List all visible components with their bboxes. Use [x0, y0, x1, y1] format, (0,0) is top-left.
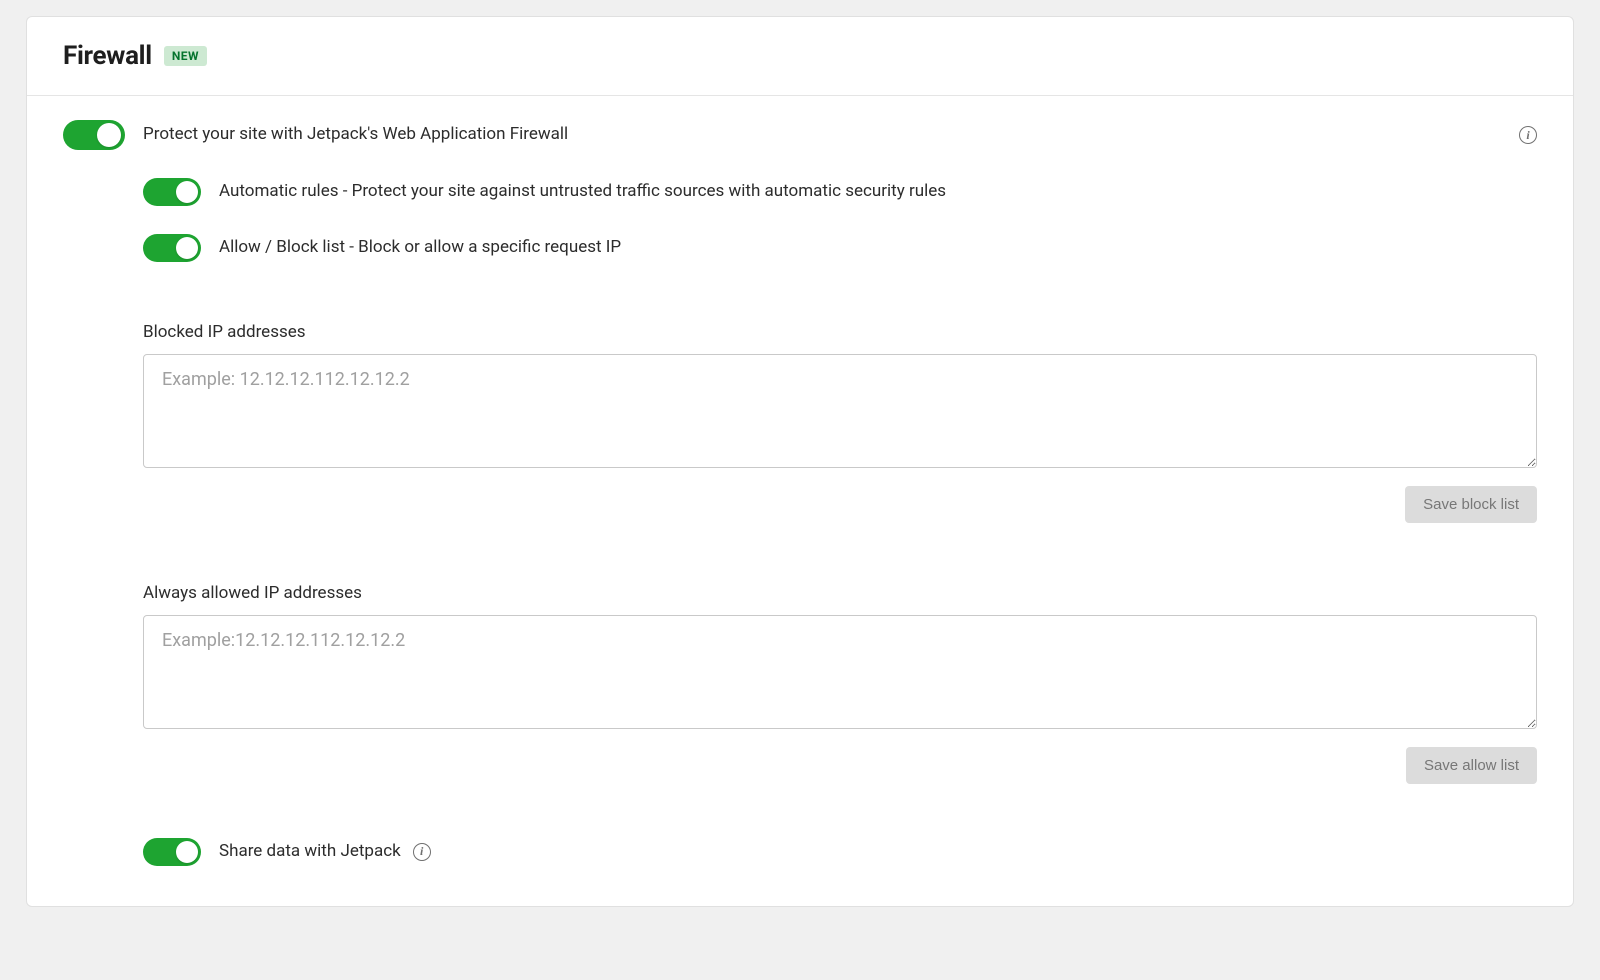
new-badge: NEW — [164, 46, 207, 66]
toggle-knob-icon — [176, 237, 198, 259]
save-allow-list-button[interactable]: Save allow list — [1406, 747, 1537, 784]
share-data-row: Share data with Jetpack i — [143, 838, 1537, 866]
toggle-knob-icon — [97, 123, 121, 147]
allowed-ip-section: Always allowed IP addresses Save allow l… — [143, 583, 1537, 784]
info-icon[interactable]: i — [1519, 126, 1537, 144]
firewall-toggle-label: Protect your site with Jetpack's Web App… — [143, 123, 568, 147]
allowed-ip-label: Always allowed IP addresses — [143, 583, 1537, 603]
allowed-button-row: Save allow list — [143, 747, 1537, 784]
blocked-button-row: Save block list — [143, 486, 1537, 523]
blocked-ip-input[interactable] — [143, 354, 1537, 468]
allow-block-list-row: Allow / Block list - Block or allow a sp… — [143, 234, 1537, 262]
page-title: Firewall — [63, 41, 152, 71]
panel-header: Firewall NEW — [27, 17, 1573, 96]
share-data-label: Share data with Jetpack — [219, 840, 401, 864]
automatic-rules-toggle[interactable] — [143, 178, 201, 206]
blocked-ip-section: Blocked IP addresses Save block list — [143, 322, 1537, 523]
automatic-rules-label: Automatic rules - Protect your site agai… — [219, 180, 946, 204]
toggle-knob-icon — [176, 181, 198, 203]
toggle-knob-icon — [176, 841, 198, 863]
share-data-toggle[interactable] — [143, 838, 201, 866]
allowed-ip-input[interactable] — [143, 615, 1537, 729]
allow-block-toggle[interactable] — [143, 234, 201, 262]
save-block-list-button[interactable]: Save block list — [1405, 486, 1537, 523]
share-label-wrap: Share data with Jetpack i — [219, 840, 431, 864]
panel-body: Protect your site with Jetpack's Web App… — [27, 96, 1573, 906]
firewall-main-toggle-row: Protect your site with Jetpack's Web App… — [63, 120, 1537, 150]
info-icon[interactable]: i — [413, 843, 431, 861]
blocked-ip-label: Blocked IP addresses — [143, 322, 1537, 342]
allow-block-label: Allow / Block list - Block or allow a sp… — [219, 236, 621, 260]
firewall-panel: Firewall NEW Protect your site with Jetp… — [26, 16, 1574, 907]
automatic-rules-row: Automatic rules - Protect your site agai… — [143, 178, 1537, 206]
firewall-toggle[interactable] — [63, 120, 125, 150]
